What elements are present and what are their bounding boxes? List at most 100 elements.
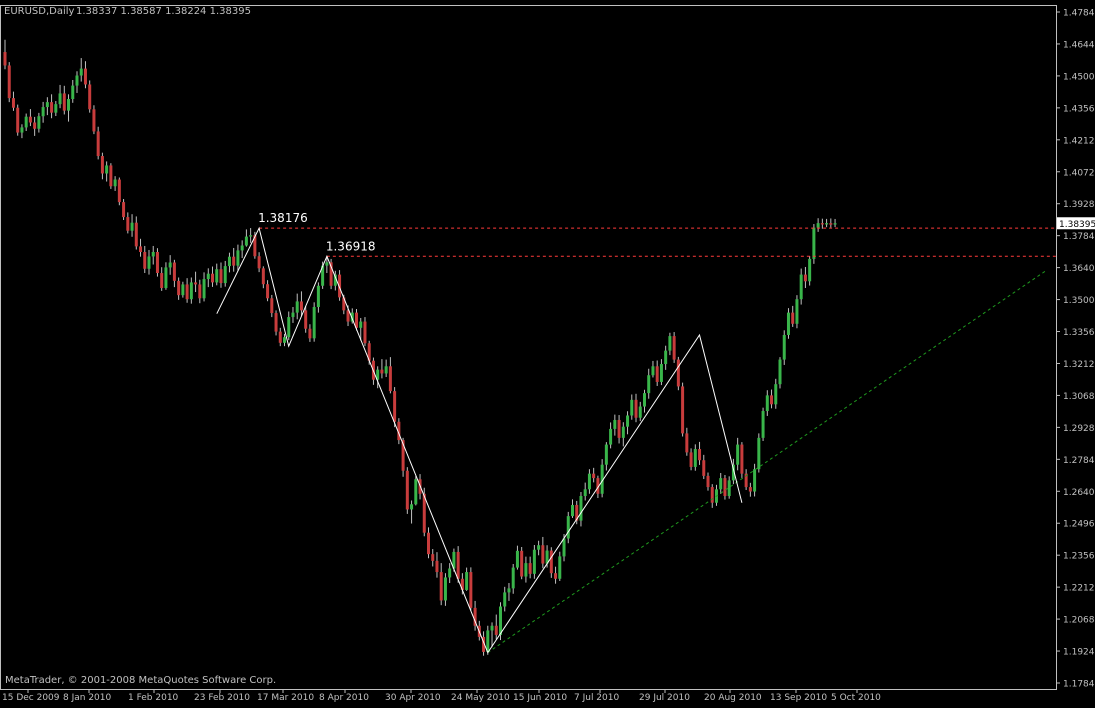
candle-body (431, 554, 434, 561)
candle-body (719, 478, 722, 489)
candle-body (118, 180, 121, 203)
y-tick-label: 1.40720 (1063, 168, 1095, 178)
candle-body (762, 411, 765, 438)
chart-background (0, 0, 1095, 704)
peak-price-label: 1.38176 (258, 211, 308, 225)
candle-body (135, 223, 138, 247)
candle-body (457, 552, 460, 579)
candle-body (25, 117, 28, 128)
candle-body (50, 102, 53, 113)
y-tick-label: 1.19240 (1063, 648, 1095, 658)
candle-body (812, 228, 815, 259)
candle-body (740, 445, 743, 474)
candle-body (723, 478, 726, 496)
candle-body (668, 336, 671, 351)
candle-body (656, 366, 659, 382)
candle-body (228, 257, 231, 266)
candle-body (84, 69, 87, 85)
candle-body (507, 588, 510, 592)
candle-body (626, 415, 629, 426)
y-tick-label: 1.47840 (1063, 9, 1095, 19)
candle-body (588, 474, 591, 490)
candle-body (304, 310, 307, 328)
candle-body (80, 69, 83, 76)
ohlc-readout: 1.38337 1.38587 1.38224 1.38395 (76, 6, 251, 17)
candle-body (131, 223, 134, 231)
candle-body (143, 252, 146, 269)
y-tick-label: 1.23560 (1063, 552, 1095, 562)
candle-body (698, 449, 701, 460)
x-tick-label: 24 May 2010 (451, 693, 510, 703)
candle-body (363, 322, 366, 344)
candle-body (554, 573, 557, 579)
candle-body (440, 572, 443, 600)
y-tick-label: 1.33560 (1063, 328, 1095, 338)
candle-body (512, 568, 515, 589)
candle-body (156, 252, 159, 273)
candle-body (605, 445, 608, 465)
y-tick-label: 1.30680 (1063, 392, 1095, 402)
candle-body (834, 223, 837, 224)
candle-body (774, 384, 777, 404)
y-tick-label: 1.32120 (1063, 360, 1095, 370)
candle-body (190, 282, 193, 299)
x-tick-label: 15 Dec 2009 (2, 693, 60, 703)
candle-body (245, 237, 248, 246)
candle-body (711, 487, 714, 503)
x-tick-label: 17 Mar 2010 (257, 693, 314, 703)
candle-body (651, 366, 654, 375)
candle-body (101, 156, 104, 173)
candle-body (105, 165, 108, 173)
copyright-label: MetaTrader, © 2001-2008 MetaQuotes Softw… (5, 675, 276, 686)
candle-body (448, 568, 451, 577)
candle-body (393, 391, 396, 422)
candle-body (207, 274, 210, 279)
candle-body (181, 284, 184, 295)
candle-body (37, 116, 40, 129)
y-tick-label: 1.39280 (1063, 200, 1095, 210)
candle-body (491, 626, 494, 631)
candle-body (694, 449, 697, 467)
candle-body (219, 269, 222, 283)
candle-body (495, 626, 498, 635)
candle-body (435, 561, 438, 572)
candle-body (444, 577, 447, 600)
candle-body (75, 76, 78, 86)
candle-body (821, 223, 824, 224)
candle-body (584, 489, 587, 496)
candle-body (567, 516, 570, 538)
candle-body (681, 386, 684, 433)
candle-body (291, 313, 294, 317)
candle-body (236, 250, 239, 265)
x-tick-label: 30 Apr 2010 (385, 693, 441, 703)
candle-body (59, 93, 62, 104)
candle-body (12, 98, 15, 108)
candle-body (380, 370, 383, 374)
candle-body (469, 572, 472, 608)
chart-window[interactable]: 1.381761.36918 1.478401.464401.450001.43… (0, 0, 1095, 704)
candle-body (249, 235, 252, 236)
candle-body (186, 284, 189, 299)
candle-body (152, 252, 155, 256)
peak-price-label: 1.36918 (326, 239, 376, 253)
candle-body (300, 301, 303, 310)
y-tick-label: 1.46440 (1063, 40, 1095, 50)
candle-body (67, 99, 70, 111)
candle-body (54, 104, 57, 112)
candle-body (279, 332, 282, 343)
candle-body (262, 268, 265, 284)
candle-body (563, 539, 566, 557)
candle-body (410, 504, 413, 509)
candle-body (516, 551, 519, 568)
y-tick-label: 1.26400 (1063, 488, 1095, 498)
candle-body (465, 572, 468, 590)
candle-body (42, 107, 45, 116)
candle-body (499, 607, 502, 635)
price-chart[interactable]: 1.381761.36918 1.478401.464401.450001.43… (0, 0, 1095, 704)
candle-body (283, 337, 286, 343)
candle-body (385, 366, 388, 373)
x-tick-label: 13 Sep 2010 (770, 693, 827, 703)
candle-body (16, 108, 19, 133)
candle-body (825, 223, 828, 224)
candle-body (533, 550, 536, 574)
